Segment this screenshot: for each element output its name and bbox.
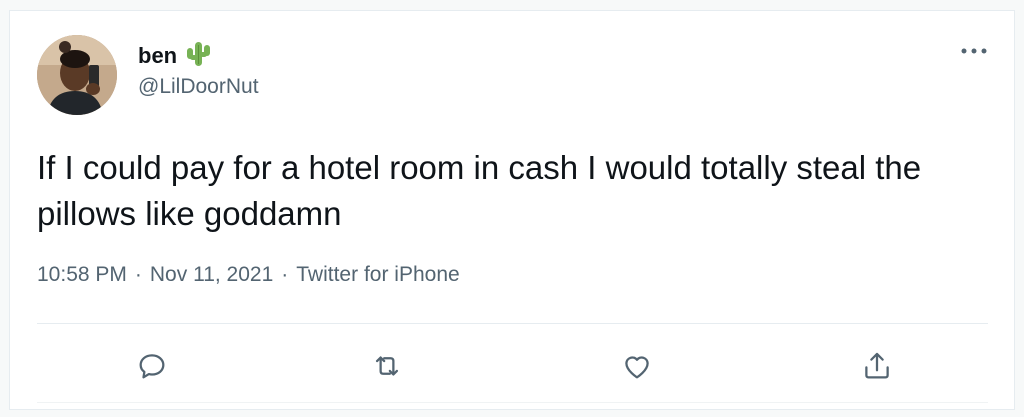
meta-separator: · — [134, 263, 142, 286]
share-icon — [865, 352, 889, 379]
tweet-card: ben @LilDoorNut If I could pay for a hot… — [9, 10, 1015, 410]
more-options-button[interactable] — [960, 41, 988, 61]
avatar-photo — [37, 35, 117, 115]
more-icon — [961, 48, 987, 54]
avatar[interactable] — [37, 35, 117, 115]
meta-separator: · — [281, 263, 289, 286]
divider — [37, 323, 988, 324]
share-button[interactable] — [855, 344, 899, 388]
author-handle[interactable]: @LilDoorNut — [138, 75, 259, 99]
reply-button[interactable] — [130, 344, 174, 388]
author-name-row: ben — [138, 41, 211, 71]
tweet-date[interactable]: Nov 11, 2021 — [150, 263, 273, 287]
cactus-icon — [185, 40, 211, 73]
speech-bubble-icon — [139, 354, 165, 379]
retweet-icon — [375, 356, 399, 376]
like-button[interactable] — [615, 344, 659, 388]
tweet-text: If I could pay for a hotel room in cash … — [37, 149, 922, 232]
display-name[interactable]: ben — [138, 43, 177, 69]
tweet-time[interactable]: 10:58 PM — [37, 263, 127, 287]
tweet-meta: 10:58 PM · Nov 11, 2021 · Twitter for iP… — [37, 263, 460, 287]
action-bar — [10, 344, 1014, 388]
heart-icon — [625, 356, 649, 379]
retweet-button[interactable] — [365, 344, 409, 388]
bottom-divider — [37, 402, 988, 403]
tweet-source[interactable]: Twitter for iPhone — [296, 263, 459, 287]
